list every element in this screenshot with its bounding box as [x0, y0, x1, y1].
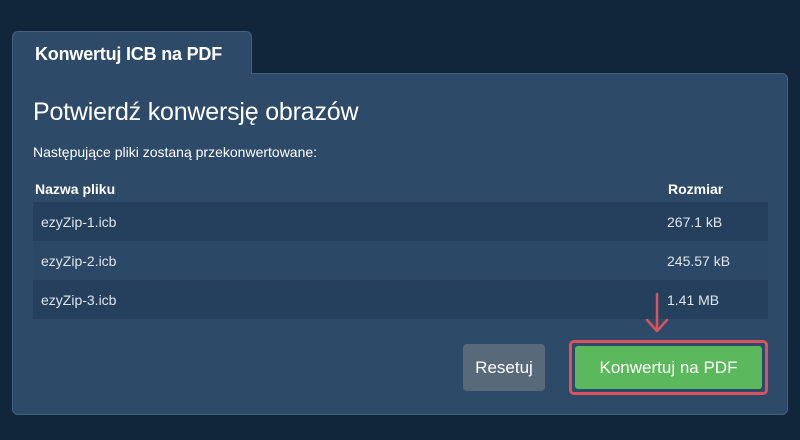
conversion-panel: Potwierdź konwersję obrazów Następujące …: [12, 73, 788, 415]
table-row: ezyZip-2.icb 245.57 kB: [33, 241, 768, 280]
arrow-down-icon: [645, 292, 669, 333]
file-size: 1.41 MB: [667, 292, 720, 308]
page-title: Potwierdź konwersję obrazów: [33, 98, 359, 126]
tab-convert-icb-to-pdf[interactable]: Konwertuj ICB na PDF: [12, 31, 252, 74]
file-name: ezyZip-2.icb: [41, 253, 117, 269]
table-header: Nazwa pliku Rozmiar: [33, 176, 768, 202]
file-name: ezyZip-1.icb: [41, 214, 117, 230]
tab-label: Konwertuj ICB na PDF: [35, 44, 223, 64]
column-header-filename: Nazwa pliku: [35, 181, 116, 197]
convert-button-highlight: Konwertuj na PDF: [569, 340, 768, 395]
table-row: ezyZip-1.icb 267.1 kB: [33, 202, 768, 241]
file-size: 245.57 kB: [667, 253, 731, 269]
file-name: ezyZip-3.icb: [41, 292, 117, 308]
file-size: 267.1 kB: [667, 214, 723, 230]
subtitle: Następujące pliki zostaną przekonwertowa…: [33, 144, 318, 160]
reset-button[interactable]: Resetuj: [463, 344, 545, 391]
convert-to-pdf-button[interactable]: Konwertuj na PDF: [575, 346, 762, 389]
column-header-size: Rozmiar: [668, 181, 724, 197]
